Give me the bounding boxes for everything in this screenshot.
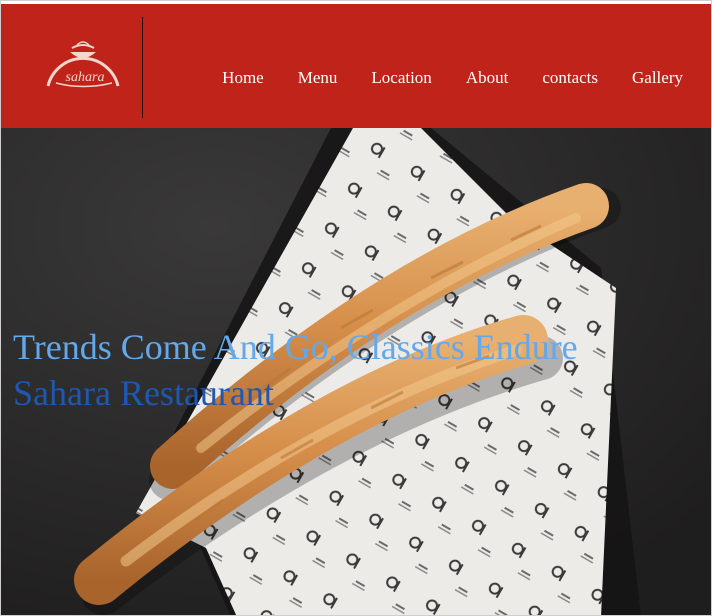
logo-text: sahara: [65, 70, 105, 85]
hero-subline: Sahara Restaurant: [13, 373, 274, 413]
hero-headline: Trends Come And Go, Classics Endure: [13, 327, 578, 367]
logo[interactable]: sahara: [42, 38, 124, 94]
nav-contacts[interactable]: contacts: [542, 66, 598, 90]
nav-gallery[interactable]: Gallery: [632, 66, 683, 90]
nav-menu[interactable]: Menu: [298, 66, 338, 90]
header-divider: [142, 17, 143, 118]
page-frame: sahara Home Menu Location About contacts…: [0, 0, 712, 616]
nav-home[interactable]: Home: [222, 66, 264, 90]
nav-location[interactable]: Location: [371, 66, 431, 90]
site-header: sahara Home Menu Location About contacts…: [1, 1, 711, 128]
hero-section: Trends Come And Go, Classics Endure Saha…: [1, 128, 711, 615]
main-nav: Home Menu Location About contacts Galler…: [188, 66, 683, 90]
nav-about[interactable]: About: [466, 66, 509, 90]
